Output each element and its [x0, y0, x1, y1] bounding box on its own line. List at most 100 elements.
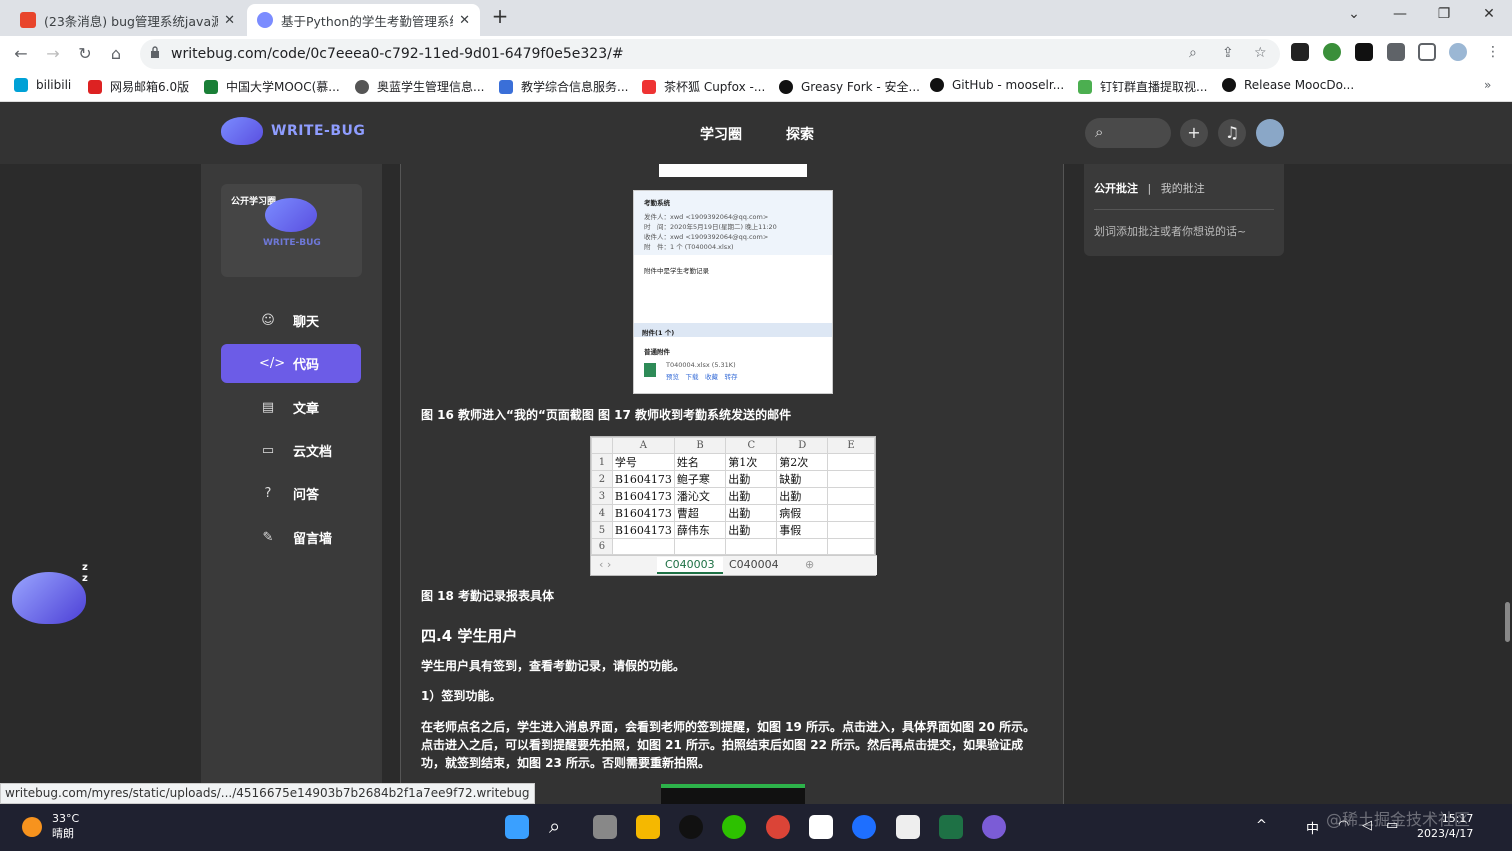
annotation-hint: 划词添加批注或者你想说的话~: [1094, 225, 1247, 238]
nav-study-circle[interactable]: 学习圈: [700, 124, 742, 144]
email-attach-file: T040004.xlsx (5.31K): [666, 361, 736, 369]
excel-row: 6: [591, 538, 875, 555]
extension-play-icon[interactable]: [1291, 43, 1309, 61]
email-attach-actions: 预览 下载 收藏 转存: [666, 373, 738, 381]
email-image-top-strip: [659, 164, 807, 177]
task-view-icon[interactable]: [593, 815, 617, 839]
excel-col-header: B: [673, 437, 727, 454]
forward-icon[interactable]: →: [41, 42, 65, 66]
close-tab-icon[interactable]: ✕: [224, 13, 235, 28]
typora-icon[interactable]: [896, 815, 920, 839]
bell-icon[interactable]: ♫: [1218, 119, 1246, 147]
bookmark-item[interactable]: 教学综合信息服务...: [499, 78, 628, 95]
extension-globe-icon[interactable]: [1323, 43, 1341, 61]
app-purple-icon[interactable]: [982, 815, 1006, 839]
menu-label: 问答: [293, 488, 320, 503]
address-bar[interactable]: writebug.com/code/0c7eeea0-c792-11ed-9d0…: [140, 39, 1280, 69]
extensions-puzzle-icon[interactable]: [1387, 43, 1405, 61]
user-avatar[interactable]: [1256, 119, 1284, 147]
bookmark-item[interactable]: Greasy Fork - 安全...: [779, 78, 920, 95]
bookmark-item[interactable]: 茶杯狐 Cupfox -...: [642, 78, 765, 95]
github-icon: [930, 78, 944, 92]
new-tab-button[interactable]: +: [490, 4, 510, 28]
menu-cloud-docs[interactable]: ▭ 云文档: [221, 431, 361, 470]
menu-message-wall[interactable]: ✎ 留言墙: [221, 518, 361, 557]
menu-qa[interactable]: ? 问答: [221, 474, 361, 513]
add-sheet-icon: ⊕: [805, 558, 815, 571]
close-window-icon[interactable]: ✕: [1479, 6, 1499, 22]
paragraph: 1）签到功能。: [421, 689, 502, 703]
excel-sheet-tab: C040003: [657, 557, 723, 574]
sleeping-mascot-icon[interactable]: [12, 572, 86, 624]
bookmark-label: 中国大学MOOC(慕...: [226, 80, 340, 94]
bookmark-item[interactable]: 钉钉群直播提取视...: [1078, 78, 1207, 95]
mooc-icon: [204, 79, 218, 94]
ime-indicator[interactable]: 中: [1306, 818, 1319, 837]
browser-tab-2[interactable]: 基于Python的学生考勤管理系统 ✕: [247, 4, 480, 36]
menu-article[interactable]: ▤ 文章: [221, 388, 361, 427]
tab-my-annotations[interactable]: 我的批注: [1161, 182, 1205, 195]
bookmark-label: Greasy Fork - 安全...: [801, 80, 920, 94]
qq-icon[interactable]: [679, 815, 703, 839]
chrome-icon[interactable]: [766, 815, 790, 839]
bookmark-item[interactable]: 奥蓝学生管理信息...: [355, 78, 484, 95]
tray-chevron-icon[interactable]: ^: [1256, 818, 1267, 833]
email-from: 发件人：xwd <1909392064@qq.com>: [644, 213, 769, 221]
excel-col-header: A: [611, 437, 675, 454]
figure-caption: 图 16 教师进入“我的“页面截图 图 17 教师收到考勤系统发送的邮件: [421, 408, 792, 422]
search-icon[interactable]: ⌕: [549, 815, 573, 839]
divider: [1094, 209, 1274, 210]
menu-kebab-icon[interactable]: ⋮: [1486, 44, 1500, 60]
site-search[interactable]: ⌕: [1085, 118, 1171, 148]
excel-sheet-tab: C040004: [729, 558, 779, 571]
bookmark-item[interactable]: 网易邮箱6.0版: [88, 78, 189, 95]
bookmark-item[interactable]: 中国大学MOOC(慕...: [204, 78, 340, 95]
annotation-panel: 公开批注 | 我的批注 划词添加批注或者你想说的话~: [1084, 164, 1284, 256]
menu-chat[interactable]: ☺ 聊天: [221, 301, 361, 340]
excel-icon[interactable]: [939, 815, 963, 839]
bookmarks-overflow-icon[interactable]: »: [1484, 78, 1491, 92]
add-icon[interactable]: +: [1180, 119, 1208, 147]
tab-search-chevron-icon[interactable]: ⌄: [1344, 6, 1364, 22]
sun-icon: [22, 816, 42, 837]
close-tab-icon[interactable]: ✕: [459, 13, 470, 28]
excel-grid: A B C D E 1 学号 姓名 第1次 第2次 2 B1604173 鲍子寒 出勤 缺勤 3…: [591, 437, 875, 555]
file-explorer-icon[interactable]: [636, 815, 660, 839]
wechat-icon[interactable]: [722, 815, 746, 839]
bookmark-label: 网易邮箱6.0版: [110, 80, 190, 94]
url-text: writebug.com/code/0c7eeea0-c792-11ed-9d0…: [171, 46, 624, 62]
excel-col-header: E: [827, 437, 875, 454]
app-icon[interactable]: [809, 815, 833, 839]
bookmark-label: 钉钉群直播提取视...: [1100, 80, 1208, 94]
restore-icon[interactable]: ❐: [1434, 6, 1454, 22]
lock-icon: [151, 46, 159, 58]
menu-code[interactable]: </> 代码: [221, 344, 361, 383]
bookmark-item[interactable]: GitHub - mooselr...: [930, 78, 1064, 92]
start-icon[interactable]: [505, 815, 529, 839]
tab-public-annotations[interactable]: 公开批注: [1094, 182, 1138, 195]
zoom-icon[interactable]: ⌕: [1189, 45, 1197, 61]
bookmark-star-icon[interactable]: ☆: [1254, 45, 1267, 61]
home-icon[interactable]: ⌂: [104, 42, 128, 66]
minimize-icon[interactable]: —: [1390, 6, 1410, 22]
page-scrollbar[interactable]: [1505, 602, 1510, 642]
weather-widget[interactable]: 33°C 晴朗: [22, 812, 79, 841]
bookmark-item[interactable]: bilibili: [14, 78, 71, 92]
menu-label: 聊天: [293, 315, 320, 330]
bookmark-item[interactable]: Release MoocDo...: [1222, 78, 1354, 92]
extension-bot-icon[interactable]: [1355, 43, 1373, 61]
circle-card[interactable]: 公开学习圈 WRITE-BUG: [221, 184, 362, 277]
site-logo[interactable]: WRITE-BUG: [221, 117, 365, 145]
teaching-system-icon: [499, 79, 513, 94]
kugou-icon[interactable]: [852, 815, 876, 839]
writebug-mascot-icon: [221, 117, 263, 145]
back-icon[interactable]: ←: [9, 42, 33, 66]
nav-explore[interactable]: 探索: [786, 124, 814, 144]
profile-avatar[interactable]: [1449, 43, 1467, 61]
bookmark-label: GitHub - mooselr...: [952, 78, 1065, 92]
side-panel-icon[interactable]: [1418, 43, 1436, 61]
article-content: 考勤系统 发件人：xwd <1909392064@qq.com> 时 间：202…: [400, 164, 1064, 804]
browser-tab-1[interactable]: (23条消息) bug管理系统java源码 ✕: [10, 4, 245, 36]
reload-icon[interactable]: ↻: [73, 42, 97, 66]
share-icon[interactable]: ⇪: [1222, 45, 1234, 61]
